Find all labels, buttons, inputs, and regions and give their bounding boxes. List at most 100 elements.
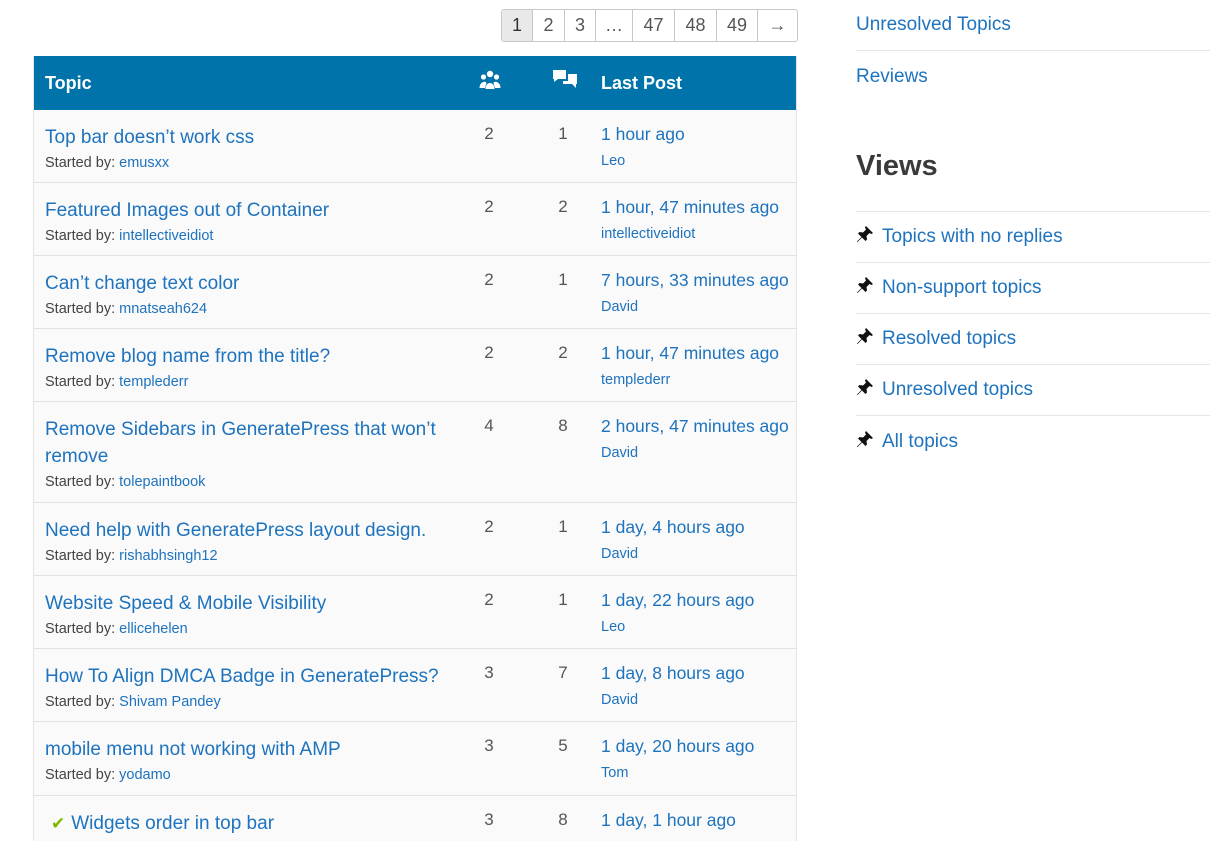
topic-title-link[interactable]: Website Speed & Mobile Visibility	[45, 590, 455, 617]
last-post-time-link[interactable]: 1 hour ago	[601, 124, 685, 145]
voice-count: 3	[484, 810, 494, 829]
view-link-no-replies[interactable]: Topics with no replies	[856, 212, 1210, 263]
topic-title-link[interactable]: Remove Sidebars in GeneratePress that wo…	[45, 416, 455, 470]
table-header: Topic Last Post	[34, 56, 796, 110]
topic-title-link[interactable]: Top bar doesn’t work css	[45, 124, 455, 151]
table-row: Top bar doesn’t work css Started by: emu…	[34, 110, 796, 183]
table-row: Remove blog name from the title? Started…	[34, 329, 796, 402]
post-count: 8	[558, 416, 568, 435]
view-link-unresolved[interactable]: Unresolved topics	[856, 365, 1210, 416]
post-count: 1	[558, 590, 568, 609]
page-link-2[interactable]: 2	[533, 10, 565, 41]
voice-count: 2	[484, 590, 494, 609]
pushpin-icon	[856, 276, 876, 300]
page-link-47[interactable]: 47	[633, 10, 675, 41]
topic-author-link[interactable]: yodamo	[119, 767, 171, 783]
page-link-49[interactable]: 49	[717, 10, 758, 41]
voice-count: 3	[484, 736, 494, 755]
table-row: ✔ Widgets order in top bar 3 8 1 day, 1 h…	[34, 796, 796, 841]
view-link-all-topics[interactable]: All topics	[856, 416, 1210, 467]
page-ellipsis: …	[596, 10, 633, 41]
view-link-non-support[interactable]: Non-support topics	[856, 263, 1210, 314]
last-post-time-link[interactable]: 1 hour, 47 minutes ago	[601, 197, 779, 218]
views-list: Topics with no replies Non-support topic…	[856, 211, 1210, 467]
post-count: 5	[558, 736, 568, 755]
voice-count: 4	[484, 416, 494, 435]
table-row: Can’t change text color Started by: mnat…	[34, 256, 796, 329]
started-by: Started by: tolepaintbook	[45, 474, 205, 490]
last-post-time-link[interactable]: 7 hours, 33 minutes ago	[601, 270, 789, 291]
last-post-time-link[interactable]: 1 day, 8 hours ago	[601, 663, 745, 684]
started-by-label: Started by:	[45, 228, 116, 244]
voice-count: 2	[484, 517, 494, 536]
started-by: Started by: emusxx	[45, 155, 169, 171]
people-icon	[479, 69, 501, 96]
post-count: 7	[558, 663, 568, 682]
pushpin-icon	[856, 378, 876, 402]
last-poster-link[interactable]: templederr	[601, 372, 670, 388]
topic-title-link[interactable]: Featured Images out of Container	[45, 197, 455, 224]
started-by: Started by: templederr	[45, 374, 188, 390]
started-by-label: Started by:	[45, 374, 116, 390]
sidebar-link-unresolved-topics[interactable]: Unresolved Topics	[856, 0, 1210, 51]
last-poster-link[interactable]: David	[601, 299, 638, 315]
topic-author-link[interactable]: mnatseah624	[119, 301, 207, 317]
table-row: mobile menu not working with AMP Started…	[34, 722, 796, 796]
topic-author-link[interactable]: templederr	[119, 374, 188, 390]
voice-count: 2	[484, 270, 494, 289]
header-last-post: Last Post	[601, 72, 683, 93]
topic-title-link[interactable]: ✔ Widgets order in top bar	[51, 810, 461, 837]
last-post-time-link[interactable]: 1 day, 4 hours ago	[601, 517, 745, 538]
resolved-check-icon: ✔	[51, 814, 66, 833]
last-poster-link[interactable]: David	[601, 692, 638, 708]
last-post-time-link[interactable]: 1 day, 22 hours ago	[601, 590, 754, 611]
started-by: Started by: mnatseah624	[45, 301, 207, 317]
started-by-label: Started by:	[45, 155, 116, 171]
last-post-time-link[interactable]: 1 day, 1 hour ago	[601, 810, 736, 831]
topic-author-link[interactable]: emusxx	[119, 155, 169, 171]
topic-title-link[interactable]: Can’t change text color	[45, 270, 455, 297]
topic-title-link[interactable]: How To Align DMCA Badge in GeneratePress…	[45, 663, 455, 690]
post-count: 2	[558, 343, 568, 362]
page-link-3[interactable]: 3	[565, 10, 596, 41]
last-poster-link[interactable]: David	[601, 445, 638, 461]
last-post-time-link[interactable]: 1 hour, 47 minutes ago	[601, 343, 779, 364]
sidebar-link-reviews[interactable]: Reviews	[856, 51, 1210, 102]
topic-author-link[interactable]: rishabhsingh12	[119, 548, 217, 564]
last-poster-link[interactable]: Tom	[601, 765, 628, 781]
next-page-button[interactable]: →	[758, 10, 797, 41]
started-by: Started by: ellicehelen	[45, 621, 188, 637]
table-row: Featured Images out of Container Started…	[34, 183, 796, 256]
page-link-1[interactable]: 1	[502, 10, 533, 41]
post-count: 8	[558, 810, 568, 829]
topics-table: Topic Last Post Top bar doesn’t work css…	[33, 56, 797, 841]
last-poster-link[interactable]: Leo	[601, 153, 625, 169]
last-poster-link[interactable]: David	[601, 546, 638, 562]
page-link-48[interactable]: 48	[675, 10, 717, 41]
topic-title-link[interactable]: Remove blog name from the title?	[45, 343, 455, 370]
topic-author-link[interactable]: ellicehelen	[119, 621, 188, 637]
last-post-time-link[interactable]: 1 day, 20 hours ago	[601, 736, 754, 757]
sidebar: Unresolved Topics Reviews	[856, 0, 1210, 102]
topic-author-link[interactable]: Shivam Pandey	[119, 694, 221, 710]
last-poster-link[interactable]: intellectiveidiot	[601, 226, 695, 242]
view-link-label: Unresolved topics	[882, 379, 1034, 400]
topic-title-link[interactable]: mobile menu not working with AMP	[45, 736, 455, 763]
table-row: Need help with GeneratePress layout desi…	[34, 503, 796, 576]
table-row: Remove Sidebars in GeneratePress that wo…	[34, 402, 796, 503]
started-by-label: Started by:	[45, 767, 116, 783]
view-link-label: Resolved topics	[882, 328, 1017, 349]
last-post-time-link[interactable]: 2 hours, 47 minutes ago	[601, 416, 789, 437]
pushpin-icon	[856, 225, 876, 249]
last-poster-link[interactable]: Leo	[601, 619, 625, 635]
speech-bubbles-icon	[552, 68, 578, 97]
voice-count: 3	[484, 663, 494, 682]
topic-author-link[interactable]: intellectiveidiot	[119, 228, 213, 244]
started-by: Started by: Shivam Pandey	[45, 694, 221, 710]
started-by-label: Started by:	[45, 621, 116, 637]
topic-title-link[interactable]: Need help with GeneratePress layout desi…	[45, 517, 455, 544]
view-link-resolved[interactable]: Resolved topics	[856, 314, 1210, 365]
pagination: 1 2 3 … 47 48 49 →	[501, 9, 798, 42]
topic-author-link[interactable]: tolepaintbook	[119, 474, 205, 490]
voice-count: 2	[484, 197, 494, 216]
